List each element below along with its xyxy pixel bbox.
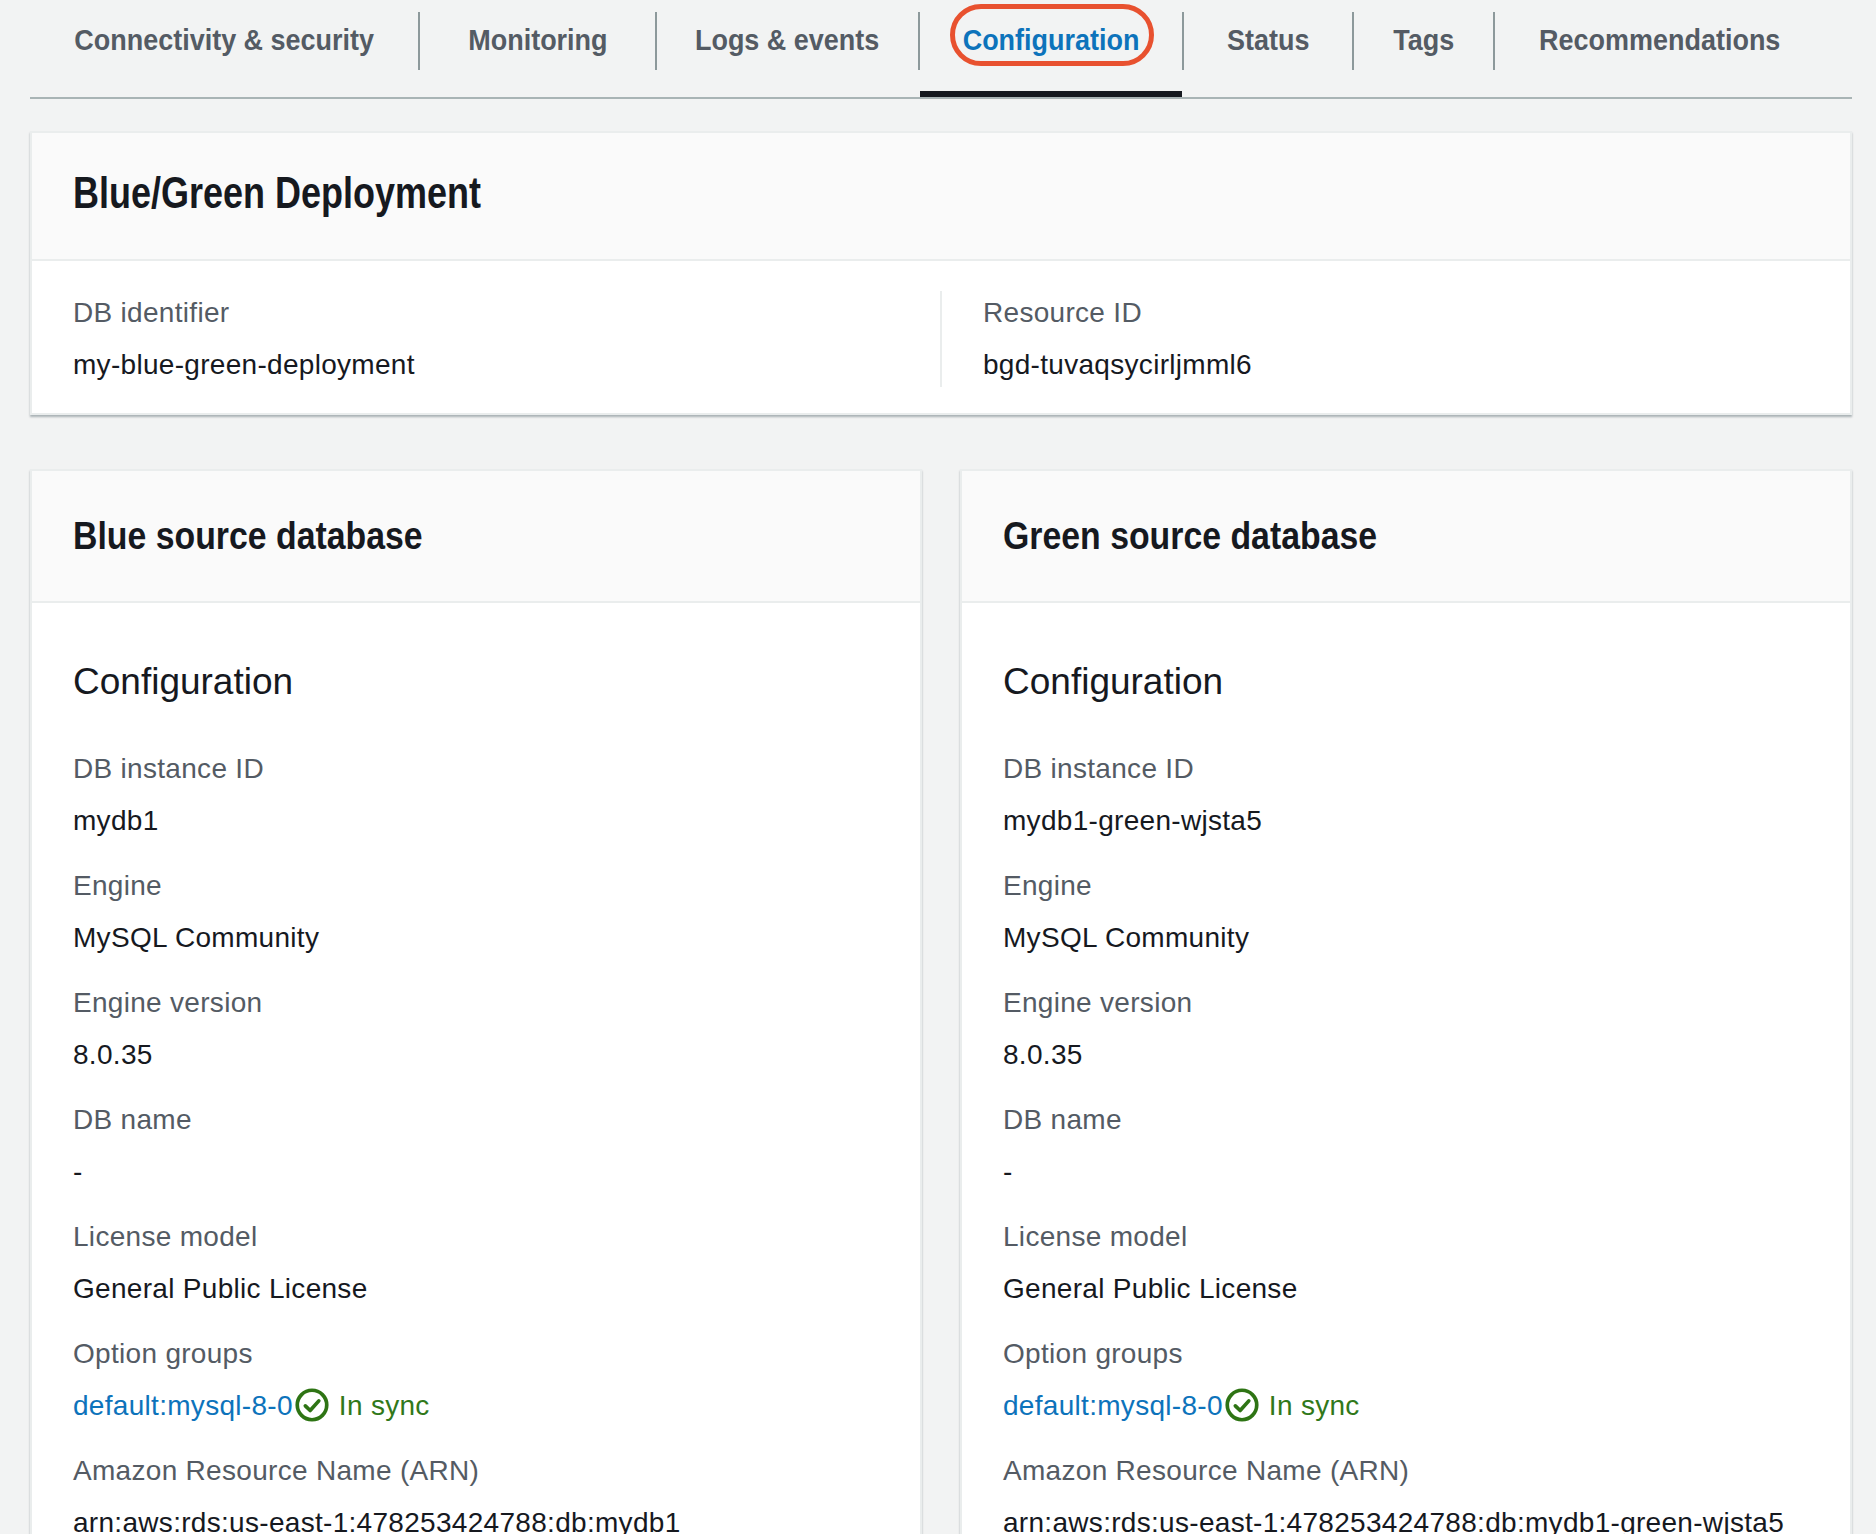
card-header: Green source database <box>962 471 1850 603</box>
field-label: Engine version <box>1003 981 1809 1025</box>
page-content: Connectivity & security Monitoring Logs … <box>30 0 1852 1534</box>
engine-version-field: Engine version 8.0.35 <box>1003 981 1809 1077</box>
field-label: DB name <box>73 1098 879 1142</box>
field-label: DB instance ID <box>73 747 879 791</box>
field-label: DB name <box>1003 1098 1809 1142</box>
tab-label: Recommendations <box>1539 18 1780 62</box>
option-group-link[interactable]: default:mysql-8-0 <box>73 1390 293 1421</box>
field-label: Amazon Resource Name (ARN) <box>1003 1449 1809 1493</box>
configuration-section-heading: Configuration <box>73 659 879 705</box>
blue-source-database-card: Blue source database Configuration DB in… <box>30 469 922 1534</box>
field-label: Amazon Resource Name (ARN) <box>73 1449 879 1493</box>
field-value: bgd-tuvaqsycirljmml6 <box>983 343 1809 387</box>
resource-id-field: Resource ID bgd-tuvaqsycirljmml6 <box>983 291 1809 387</box>
field-label: Engine version <box>73 981 879 1025</box>
field-value: General Public License <box>73 1267 879 1311</box>
db-instance-id-field: DB instance ID mydb1 <box>73 747 879 843</box>
card-header: Blue source database <box>32 471 920 603</box>
tab-tags[interactable]: Tags <box>1354 0 1493 97</box>
license-model-field: License model General Public License <box>1003 1215 1809 1311</box>
tab-label: Monitoring <box>468 18 607 62</box>
field-value: default:mysql-8-0 In sync <box>1003 1384 1809 1428</box>
field-value: mydb1 <box>73 799 879 843</box>
license-model-field: License model General Public License <box>73 1215 879 1311</box>
tab-connectivity-security[interactable]: Connectivity & security <box>30 0 418 97</box>
field-value: MySQL Community <box>73 916 879 960</box>
field-value: arn:aws:rds:us-east-1:478253424788:db:my… <box>73 1501 879 1534</box>
card-body: Configuration DB instance ID mydb1 Engin… <box>32 603 920 1534</box>
deployment-panel-body: DB identifier my-blue-green-deployment R… <box>32 261 1850 413</box>
arn-field: Amazon Resource Name (ARN) arn:aws:rds:u… <box>1003 1449 1809 1534</box>
source-database-cards: Blue source database Configuration DB in… <box>30 469 1852 1534</box>
field-label: DB instance ID <box>1003 747 1809 791</box>
field-label: Engine <box>73 864 879 908</box>
field-value: General Public License <box>1003 1267 1809 1311</box>
db-instance-id-field: DB instance ID mydb1-green-wjsta5 <box>1003 747 1809 843</box>
tab-monitoring[interactable]: Monitoring <box>420 0 655 97</box>
field-label: License model <box>73 1215 879 1259</box>
arn-field: Amazon Resource Name (ARN) arn:aws:rds:u… <box>73 1449 879 1534</box>
check-circle-icon <box>1225 1388 1259 1422</box>
field-label: Resource ID <box>983 291 1809 335</box>
field-label: Option groups <box>73 1332 879 1376</box>
field-value: - <box>1003 1150 1809 1194</box>
engine-version-field: Engine version 8.0.35 <box>73 981 879 1077</box>
tab-label: Configuration <box>963 18 1140 62</box>
tab-recommendations[interactable]: Recommendations <box>1495 0 1825 97</box>
field-value: mydb1-green-wjsta5 <box>1003 799 1809 843</box>
tab-label: Connectivity & security <box>74 18 374 62</box>
kv-column: Resource ID bgd-tuvaqsycirljmml6 <box>940 291 1850 387</box>
option-groups-field: Option groups default:mysql-8-0 In sync <box>73 1332 879 1428</box>
card-body: Configuration DB instance ID mydb1-green… <box>962 603 1850 1534</box>
tab-status[interactable]: Status <box>1184 0 1352 97</box>
tab-configuration[interactable]: Configuration <box>920 0 1182 97</box>
field-value: arn:aws:rds:us-east-1:478253424788:db:my… <box>1003 1501 1809 1534</box>
option-group-sync-status: In sync <box>1269 1390 1360 1421</box>
engine-field: Engine MySQL Community <box>1003 864 1809 960</box>
field-value: 8.0.35 <box>73 1033 879 1077</box>
tab-label: Status <box>1227 18 1309 62</box>
db-name-field: DB name - <box>1003 1098 1809 1194</box>
detail-tabs: Connectivity & security Monitoring Logs … <box>30 0 1852 99</box>
field-value: my-blue-green-deployment <box>73 343 899 387</box>
field-label: License model <box>1003 1215 1809 1259</box>
field-value: - <box>73 1150 879 1194</box>
db-name-field: DB name - <box>73 1098 879 1194</box>
tab-logs-events[interactable]: Logs & events <box>657 0 918 97</box>
deployment-panel: Blue/Green Deployment DB identifier my-b… <box>30 131 1852 415</box>
check-circle-icon <box>295 1388 329 1422</box>
configuration-section-heading: Configuration <box>1003 659 1809 705</box>
field-value: default:mysql-8-0 In sync <box>73 1384 879 1428</box>
option-group-sync-status: In sync <box>339 1390 430 1421</box>
field-value: MySQL Community <box>1003 916 1809 960</box>
option-groups-field: Option groups default:mysql-8-0 In sync <box>1003 1332 1809 1428</box>
tab-label: Tags <box>1393 18 1454 62</box>
green-card-title: Green source database <box>1003 513 1720 559</box>
option-group-link[interactable]: default:mysql-8-0 <box>1003 1390 1223 1421</box>
kv-column: DB identifier my-blue-green-deployment <box>32 291 940 387</box>
db-identifier-field: DB identifier my-blue-green-deployment <box>73 291 899 387</box>
field-label: Engine <box>1003 864 1809 908</box>
blue-card-title: Blue source database <box>73 513 790 559</box>
deployment-panel-title: Blue/Green Deployment <box>73 167 1462 219</box>
field-value: 8.0.35 <box>1003 1033 1809 1077</box>
tab-label: Logs & events <box>695 18 879 62</box>
field-label: DB identifier <box>73 291 899 335</box>
deployment-panel-header: Blue/Green Deployment <box>32 133 1850 261</box>
green-source-database-card: Green source database Configuration DB i… <box>960 469 1852 1534</box>
field-label: Option groups <box>1003 1332 1809 1376</box>
engine-field: Engine MySQL Community <box>73 864 879 960</box>
